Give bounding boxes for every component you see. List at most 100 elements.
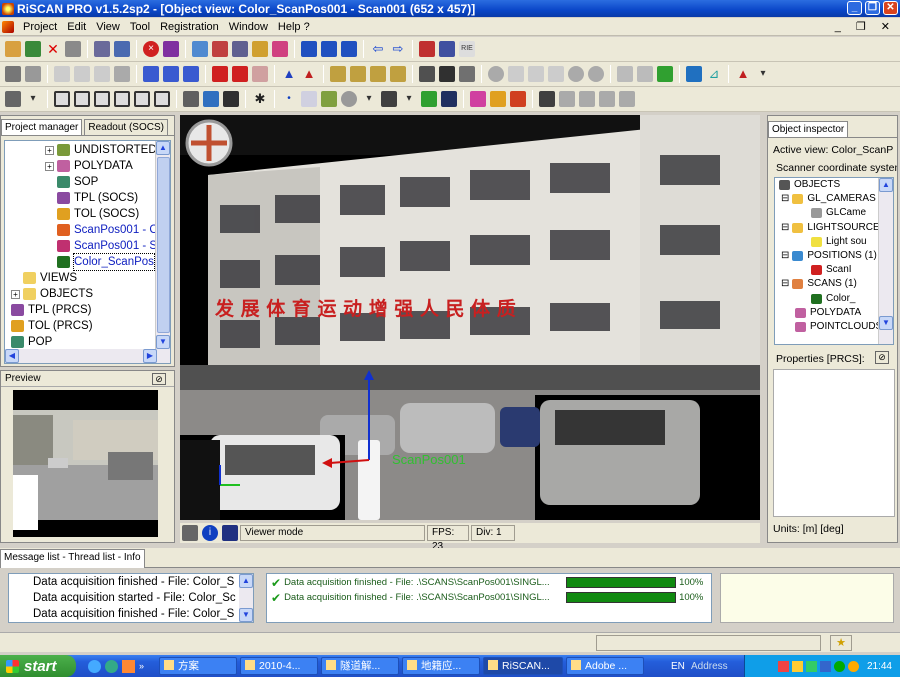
taskbar-button[interactable]: 方案	[159, 657, 237, 675]
measure-2-icon[interactable]	[528, 66, 544, 82]
stop-icon[interactable]: ×	[143, 41, 159, 57]
measure-5-icon[interactable]	[588, 66, 604, 82]
point-cloud-render[interactable]: 发 展 体 育 运 动 增 强 人 民 体 质 ScanPos001	[180, 115, 760, 520]
scroll-right-icon[interactable]: ▶	[143, 349, 157, 363]
color-mode-icon[interactable]	[686, 66, 702, 82]
chart-3-icon[interactable]	[510, 91, 526, 107]
export-icon[interactable]	[459, 66, 475, 82]
flag-icon[interactable]	[439, 66, 455, 82]
obj-scroll-up-icon[interactable]: ▲	[879, 178, 893, 192]
message-item[interactable]: Data acquisition finished - File: Color_…	[33, 606, 253, 622]
cube-front-icon[interactable]	[54, 91, 70, 107]
warning-icon[interactable]: ▲	[735, 66, 751, 82]
thread-item[interactable]: ✔ Data acquisition finished - File: .\SCA…	[271, 590, 711, 605]
tree-node[interactable]: + POLYDATA	[5, 158, 170, 174]
media-icon[interactable]	[104, 659, 118, 673]
tab-object-inspector[interactable]: Object inspector	[768, 121, 849, 137]
tree-node[interactable]: TPL (SOCS)	[5, 190, 170, 206]
tree-node[interactable]: + OBJECTS	[5, 286, 170, 302]
table-icon[interactable]	[419, 66, 435, 82]
message-item[interactable]: Data acquisition started - File: Color_S…	[33, 590, 253, 606]
object-tree-node[interactable]: ⊟ GL_CAMERAS (	[775, 192, 893, 206]
plugin-3-icon[interactable]	[599, 91, 615, 107]
dropdown-icon[interactable]: ▾	[755, 66, 771, 82]
tree-node[interactable]: Color_ScanPos	[5, 253, 170, 271]
msg-scroll-down-icon[interactable]: ▼	[239, 608, 253, 622]
tool-3-icon[interactable]	[54, 66, 70, 82]
msg-vscroll[interactable]: ▲ ▼	[239, 574, 253, 622]
info-icon[interactable]	[114, 41, 130, 57]
title-bar[interactable]: RiSCAN PRO v1.5.2sp2 - [Object view: Col…	[0, 0, 900, 17]
tab-project-manager[interactable]: Project manager	[1, 119, 83, 135]
document-icon[interactable]	[2, 20, 14, 33]
grid-4-icon[interactable]	[390, 66, 406, 82]
thread-list[interactable]: ✔ Data acquisition finished - File: .\SCA…	[266, 573, 712, 623]
scroll-up-icon[interactable]: ▲	[156, 141, 170, 155]
registration-icon[interactable]	[419, 41, 435, 57]
plugin-4-icon[interactable]	[619, 91, 635, 107]
grid-3-icon[interactable]	[370, 66, 386, 82]
thread-item[interactable]: ✔ Data acquisition finished - File: .\SCA…	[271, 575, 711, 590]
plane-icon[interactable]: ⊿	[706, 66, 722, 82]
tools-icon[interactable]	[65, 41, 81, 57]
close-button[interactable]: ✕	[883, 1, 898, 15]
camera-view-icon[interactable]	[183, 91, 199, 107]
object-tree-node[interactable]: Light sou	[775, 235, 893, 249]
tool-2-icon[interactable]	[25, 66, 41, 82]
info-disabled-icon[interactable]	[488, 66, 504, 82]
measure-4-icon[interactable]	[568, 66, 584, 82]
target-3-icon[interactable]	[252, 66, 268, 82]
menu-tool[interactable]: Tool	[125, 21, 155, 33]
grid-2-icon[interactable]	[350, 66, 366, 82]
find-icon[interactable]	[439, 41, 455, 57]
object-tree-node[interactable]: ⊟ SCANS (1)	[775, 277, 893, 291]
tree-node[interactable]: SOP	[5, 174, 170, 190]
obj-scroll-down-icon[interactable]: ▼	[879, 316, 893, 330]
tool-6-icon[interactable]	[114, 66, 130, 82]
taskbar-button[interactable]: Adobe ...	[566, 657, 644, 675]
tree-node[interactable]: TPL (PRCS)	[5, 302, 170, 318]
cube-back-icon[interactable]	[74, 91, 90, 107]
start-button[interactable]: start	[0, 655, 76, 677]
mdi-controls[interactable]: _ ❐ ✕	[835, 20, 896, 33]
expand-icon[interactable]: ⊟	[781, 220, 789, 236]
folder-icon[interactable]	[252, 41, 268, 57]
menu-registration[interactable]: Registration	[155, 21, 224, 33]
cube-left-icon[interactable]	[94, 91, 110, 107]
object-tree-node[interactable]: GLCame	[775, 206, 893, 220]
tree-node[interactable]: POP	[5, 334, 170, 350]
tool-5-icon[interactable]	[94, 66, 110, 82]
menu-window[interactable]: Window	[224, 21, 273, 33]
menu-edit[interactable]: Edit	[62, 21, 91, 33]
rie-icon[interactable]: RIE	[459, 41, 475, 57]
tab-readout[interactable]: Readout (SOCS)	[84, 119, 168, 135]
tree-node[interactable]: TOL (SOCS)	[5, 206, 170, 222]
ie-icon[interactable]	[87, 659, 101, 673]
walk-icon[interactable]: ✱	[252, 91, 268, 107]
cube-right-icon[interactable]	[114, 91, 130, 107]
object-tree-node[interactable]: ScanI	[775, 263, 893, 277]
fit-icon[interactable]	[223, 91, 239, 107]
preview-options-icon[interactable]: ⊘	[152, 373, 166, 385]
menu-project[interactable]: Project	[18, 21, 62, 33]
tiepoint-add-icon[interactable]	[163, 66, 179, 82]
expand-icon[interactable]: ⊟	[781, 276, 789, 292]
solid-dropdown-icon[interactable]: ▾	[401, 91, 417, 107]
snapshot-icon[interactable]	[203, 91, 219, 107]
viewer-settings-icon[interactable]	[182, 525, 198, 541]
view-settings-icon[interactable]	[5, 91, 21, 107]
minimize-button[interactable]: _	[847, 1, 862, 15]
scroll-thumb[interactable]	[157, 157, 170, 333]
tray-icon-2[interactable]	[791, 660, 803, 672]
clock[interactable]: 21:44	[867, 661, 892, 672]
address-toolbar[interactable]: Address	[691, 661, 728, 672]
arrow-right-icon[interactable]: ⇨	[390, 41, 406, 57]
measure-3-icon[interactable]	[548, 66, 564, 82]
scan-icon[interactable]	[212, 41, 228, 57]
layout-1-icon[interactable]	[301, 41, 317, 57]
properties-options-icon[interactable]: ⊘	[875, 351, 889, 364]
tool-1-icon[interactable]	[5, 66, 21, 82]
tree-node[interactable]: VIEWS	[5, 270, 170, 286]
expand-icon[interactable]: ⊟	[781, 248, 789, 264]
filter-3-icon[interactable]	[657, 66, 673, 82]
